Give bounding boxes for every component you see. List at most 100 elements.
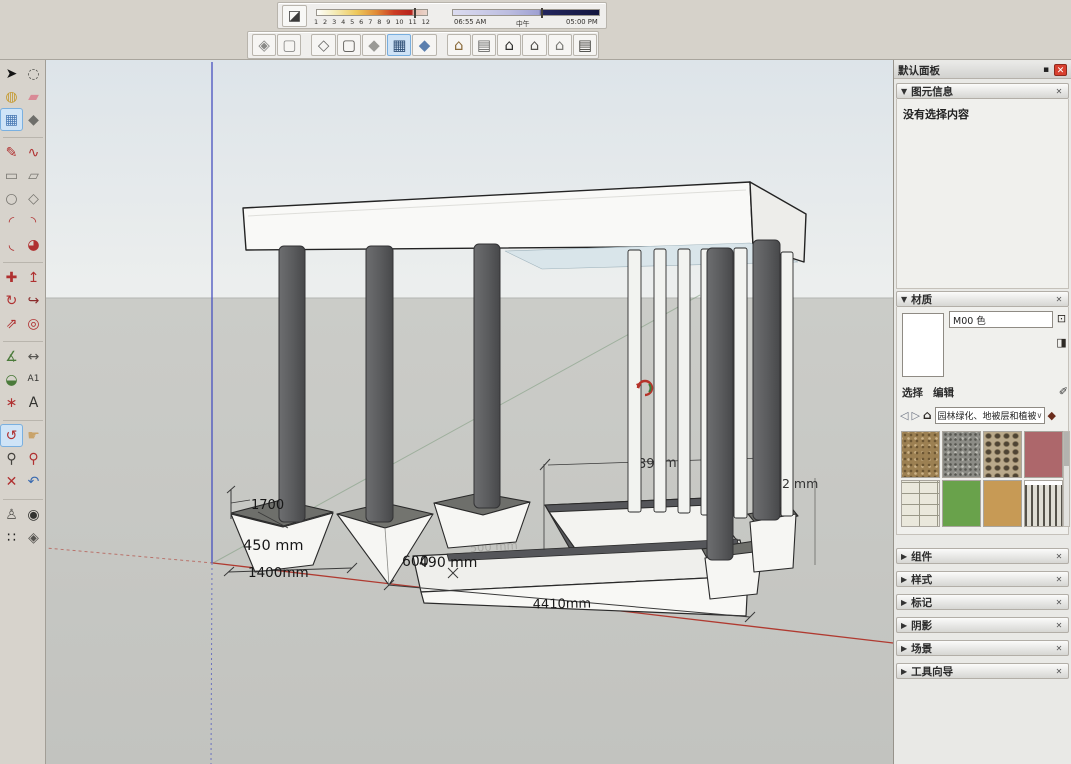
tray-components-close-icon[interactable]: ✕ <box>1054 552 1064 561</box>
shadow-toggle-button[interactable]: ◪ <box>282 5 307 27</box>
view-front-button[interactable]: ⌂ <box>497 34 521 56</box>
style-xray-button[interactable]: ◈ <box>252 34 276 56</box>
rotated-rectangle-tool[interactable]: ▱ <box>23 165 44 186</box>
tray-instructor-close-icon[interactable]: ✕ <box>1054 667 1064 676</box>
tab-select[interactable]: 选择 <box>902 385 923 401</box>
column-1[interactable] <box>279 246 305 522</box>
offset-tool[interactable]: ◎ <box>23 313 44 334</box>
back-arrow-icon[interactable]: ◁ <box>900 409 908 422</box>
tray-components-header[interactable]: ▶组件✕ <box>896 548 1069 564</box>
eyedropper-icon[interactable]: ✐ <box>1059 385 1068 401</box>
materials-close-icon[interactable]: ✕ <box>1054 295 1064 304</box>
view-left-button[interactable]: ⌂ <box>548 34 572 56</box>
lasso-select-tool[interactable]: ◌ <box>23 63 44 84</box>
column-5[interactable] <box>753 240 780 520</box>
view-top-button[interactable]: ▤ <box>472 34 496 56</box>
dim-label-1400[interactable]: 1400mm <box>248 565 309 581</box>
material-fence[interactable] <box>1024 480 1063 527</box>
time-slider-handle[interactable] <box>541 8 543 18</box>
style-shaded-textures-button[interactable]: ▦ <box>387 34 411 56</box>
dimension-tool[interactable]: ↔ <box>23 346 44 367</box>
style-wireframe-button[interactable]: ◇ <box>311 34 335 56</box>
pie-tool[interactable]: ◕ <box>23 234 44 255</box>
tray-scenes-header[interactable]: ▶场景✕ <box>896 640 1069 656</box>
view-right-button[interactable]: ⌂ <box>522 34 546 56</box>
zoom-tool[interactable]: ⚲ <box>1 448 22 469</box>
select-tool[interactable]: ➤ <box>1 63 22 84</box>
material-grass-green[interactable] <box>942 480 981 527</box>
material-name-field[interactable]: M00 色 <box>949 311 1053 328</box>
dim-label-4410[interactable]: 4410mm <box>533 596 592 612</box>
rotate-tool[interactable]: ↻ <box>1 290 22 311</box>
pin-icon[interactable]: ▪ <box>1041 65 1051 75</box>
column-4[interactable] <box>707 248 733 560</box>
paint-sample-button[interactable]: ◨ <box>1055 335 1068 350</box>
style-hidden-line-button[interactable]: ▢ <box>337 34 361 56</box>
fence-slat[interactable] <box>734 248 747 518</box>
line-tool[interactable]: ✎ <box>1 142 22 163</box>
rectangle-tool[interactable]: ▭ <box>1 165 22 186</box>
sample-paint-icon[interactable]: ◆ <box>1048 409 1056 422</box>
tab-edit[interactable]: 编辑 <box>933 385 954 401</box>
two-point-arc-tool[interactable]: ◝ <box>23 211 44 232</box>
text-tool[interactable]: A1 <box>23 369 44 390</box>
scrollbar-thumb[interactable] <box>1064 432 1069 466</box>
style-monochrome-button[interactable]: ◆ <box>412 34 436 56</box>
material-cobblestone[interactable] <box>983 431 1022 478</box>
view-iso-button[interactable]: ⌂ <box>447 34 471 56</box>
tray-title-bar[interactable]: 默认面板 ▪ ✕ <box>894 62 1071 79</box>
tray-tags-header[interactable]: ▶标记✕ <box>896 594 1069 610</box>
circle-tool[interactable]: ○ <box>1 188 22 209</box>
look-around-tool[interactable]: ◉ <box>23 504 44 525</box>
home-icon[interactable]: ⌂ <box>923 408 932 422</box>
zoom-extents-tool[interactable]: ✕ <box>1 471 22 492</box>
dim-label-1700[interactable]: 1700 <box>251 498 284 513</box>
fence-slat[interactable] <box>654 249 666 512</box>
footing5-front[interactable] <box>750 514 796 572</box>
column-2[interactable] <box>366 246 393 522</box>
shadow-date-slider[interactable] <box>316 9 428 16</box>
section-plane-tool[interactable]: ◈ <box>23 527 44 548</box>
swatch-scrollbar[interactable] <box>1063 431 1070 527</box>
follow-me-tool[interactable]: ↪ <box>23 290 44 311</box>
tray-styles-close-icon[interactable]: ✕ <box>1054 575 1064 584</box>
tray-shadows-close-icon[interactable]: ✕ <box>1054 621 1064 630</box>
material-tan-solid[interactable] <box>983 480 1022 527</box>
orbit-tool[interactable]: ↺ <box>1 425 22 446</box>
protractor-tool[interactable]: ◒ <box>1 369 22 390</box>
fence-slat[interactable] <box>628 250 641 512</box>
polygon-tool[interactable]: ◇ <box>23 188 44 209</box>
material-red-solid[interactable] <box>1024 431 1063 478</box>
arc-tool[interactable]: ◜ <box>1 211 22 232</box>
eraser-tool[interactable]: ▰ <box>23 86 44 107</box>
previous-view-tool[interactable]: ↶ <box>23 471 44 492</box>
move-tool[interactable]: ✚ <box>1 267 22 288</box>
material-category-dropdown[interactable]: 园林绿化、地被层和植被 ∨ <box>935 407 1045 424</box>
push-pull-tool[interactable]: ↥ <box>23 267 44 288</box>
freehand-tool[interactable]: ∿ <box>23 142 44 163</box>
style-shaded-button[interactable]: ◆ <box>362 34 386 56</box>
tray-instructor-header[interactable]: ▶工具向导✕ <box>896 663 1069 679</box>
pan-tool[interactable]: ☛ <box>23 425 44 446</box>
dim-label-450[interactable]: 450 mm <box>243 538 304 554</box>
style-back-edges-button[interactable]: ▢ <box>277 34 301 56</box>
material-gravel-gray[interactable] <box>942 431 981 478</box>
flat-brush-tool[interactable]: ◆ <box>23 109 44 130</box>
entity-info-close-icon[interactable]: ✕ <box>1054 87 1064 96</box>
zoom-window-tool[interactable]: ⚲ <box>23 448 44 469</box>
paint-bucket-tool[interactable]: ◍ <box>1 86 22 107</box>
scale-tool[interactable]: ⇗ <box>1 313 22 334</box>
material-pavers[interactable] <box>901 480 940 527</box>
date-slider-handle[interactable] <box>414 8 416 18</box>
tray-styles-header[interactable]: ▶样式✕ <box>896 571 1069 587</box>
axes-tool[interactable]: ∗ <box>1 392 22 413</box>
create-material-button[interactable]: ⊡ <box>1055 311 1068 326</box>
shadow-time-slider[interactable] <box>452 9 600 16</box>
tray-shadows-header[interactable]: ▶阴影✕ <box>896 617 1069 633</box>
textured-paint-tool[interactable]: ▦ <box>1 109 22 130</box>
dim-label-490[interactable]: 490 mm <box>419 555 477 571</box>
position-camera-tool[interactable]: ♙ <box>1 504 22 525</box>
dim-label-2mm[interactable]: 2 mm <box>782 476 818 491</box>
3d-text-tool[interactable]: A <box>23 392 44 413</box>
forward-arrow-icon[interactable]: ▷ <box>911 409 919 422</box>
